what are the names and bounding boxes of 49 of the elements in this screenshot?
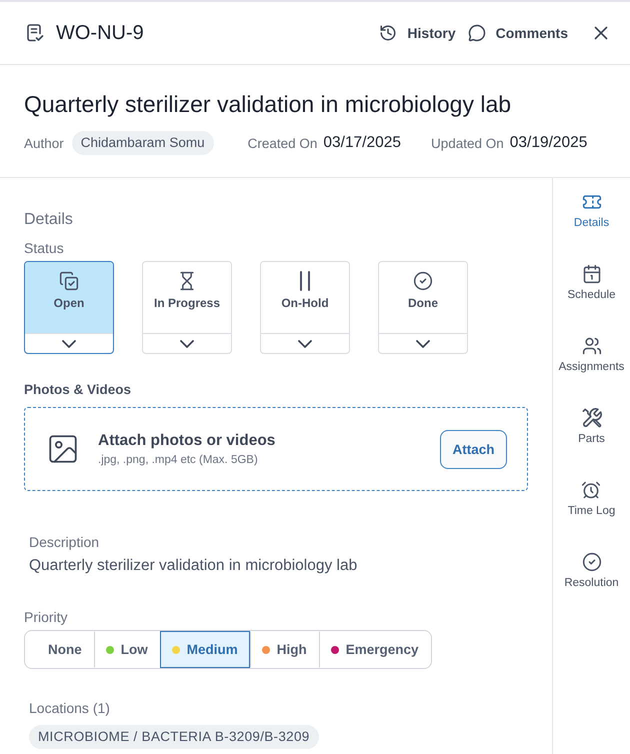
attach-dropzone[interactable]: Attach photos or videos .jpg, .png, .mp4 etc (Max. 5GB) Attach: [24, 407, 528, 491]
wrench-screwdriver-icon: [582, 408, 602, 428]
comment-icon: [468, 24, 486, 42]
attach-hint: .jpg, .png, .mp4 etc (Max. 5GB): [98, 454, 258, 466]
created-date: 03/17/2025: [323, 134, 401, 152]
status-option[interactable]: Done: [378, 261, 468, 354]
calendar-icon: [582, 264, 602, 284]
priority-label: Priority: [24, 609, 68, 625]
attach-title: Attach photos or videos: [98, 432, 276, 450]
sidebar-tab[interactable]: Resolution: [564, 552, 619, 590]
sidebar-tab[interactable]: Details: [574, 192, 610, 230]
chevron-down-icon: [62, 340, 76, 348]
status-label: Status: [24, 240, 64, 256]
attach-button[interactable]: Attach: [440, 430, 507, 468]
updated-date: 03/19/2025: [510, 134, 588, 152]
history-icon: [379, 24, 398, 42]
alarm-clock-icon: [581, 480, 602, 500]
description-label: Description: [29, 534, 100, 550]
comments-button[interactable]: Comments: [468, 24, 568, 42]
location-tag: MICROBIOME / BACTERIA B-3209/B-3209: [29, 725, 319, 749]
sidebar-tab[interactable]: Parts: [578, 408, 605, 446]
sidebar-tab[interactable]: Time Log: [568, 480, 616, 518]
work-order-id: WO-NU-9: [56, 22, 144, 44]
updated-label: Updated On: [430, 136, 504, 150]
work-order-title: Quarterly sterilizer validation in microbiology lab: [24, 90, 512, 119]
description-text: Quarterly sterilizer validation in microbiology lab: [29, 556, 358, 576]
users-icon: [582, 336, 602, 356]
document-check-icon: [26, 24, 44, 42]
photos-heading: Photos & Videos: [24, 382, 132, 398]
priority-option[interactable]: Medium: [160, 631, 250, 668]
created-label: Created On: [248, 136, 318, 150]
chevron-down-icon: [180, 340, 194, 348]
chevron-down-icon: [416, 340, 430, 348]
checked-squares-icon: [59, 271, 79, 291]
status-option[interactable]: On-Hold: [260, 261, 350, 354]
status-option[interactable]: Open: [24, 261, 114, 354]
priority-option[interactable]: Emergency: [318, 631, 431, 668]
author-tag: Chidambaram Somu: [72, 131, 214, 155]
status-option[interactable]: In Progress: [142, 261, 232, 354]
section-heading: Details: [24, 210, 73, 230]
pause-icon: [299, 271, 311, 291]
chevron-down-icon: [298, 340, 312, 348]
check-circle-icon: [413, 271, 433, 291]
locations-label: Locations (1): [29, 700, 110, 716]
sidebar-tab[interactable]: Assignments: [558, 336, 624, 374]
check-circle-icon: [582, 552, 602, 572]
history-button[interactable]: History: [379, 24, 456, 42]
sidebar-tab[interactable]: Schedule: [568, 264, 616, 302]
author-label: Author: [24, 136, 64, 150]
